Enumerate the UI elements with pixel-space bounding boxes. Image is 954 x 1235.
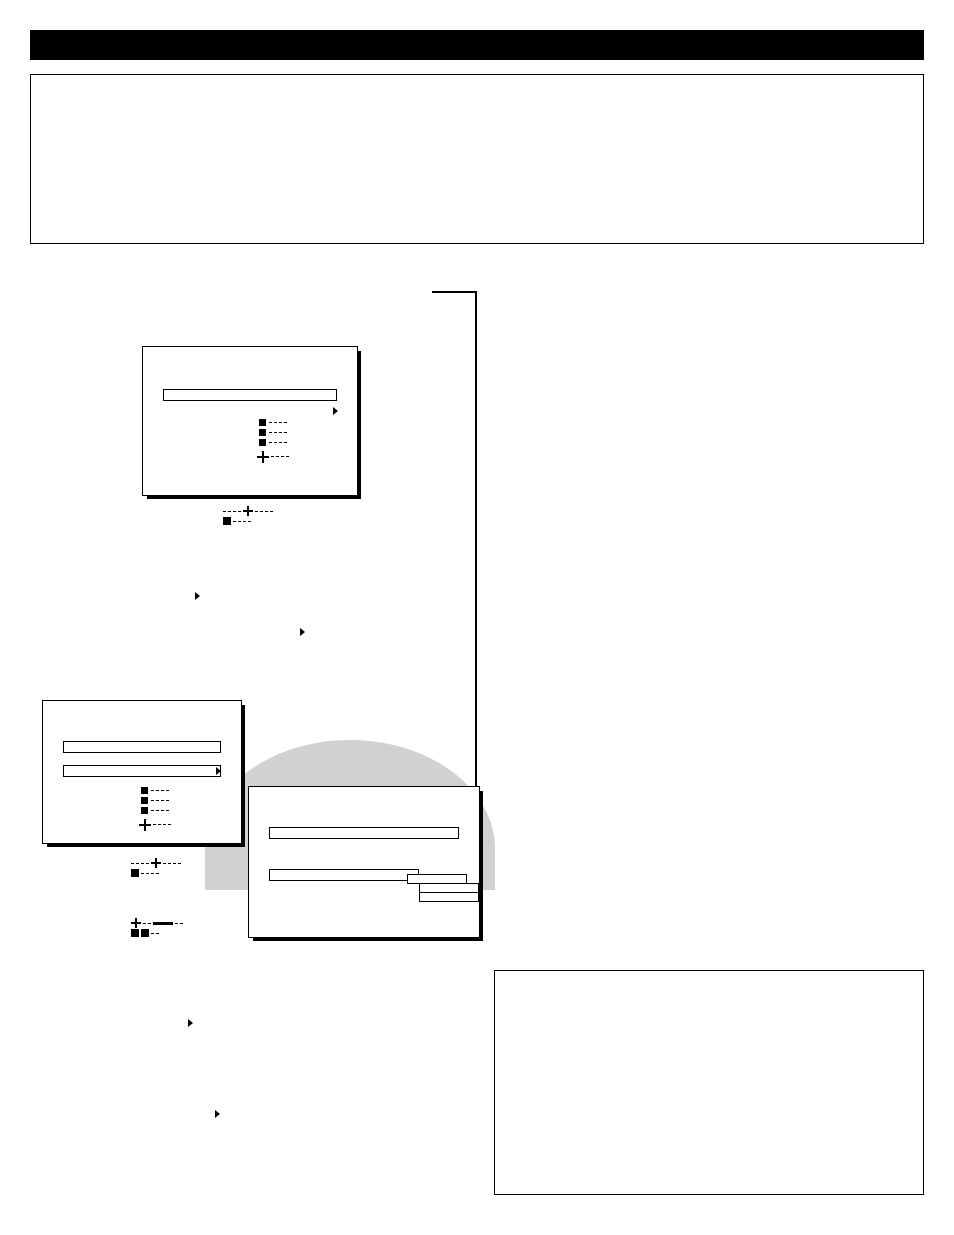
menu-field	[163, 389, 337, 401]
play-icon	[216, 767, 221, 775]
step-marker	[188, 1014, 193, 1032]
callout-arrow-vertical	[475, 291, 477, 854]
menu-screenshot-3-zoom	[248, 786, 480, 938]
remote-buttons-hint-2b	[130, 918, 210, 958]
remote-buttons-hint-1	[222, 506, 302, 546]
step-marker	[195, 587, 200, 605]
menu-field-selected	[269, 869, 419, 881]
menu-field-highlight	[63, 765, 221, 777]
menu-screenshot-2	[42, 700, 242, 844]
submenu-option	[419, 892, 479, 902]
remote-buttons-hint-2a	[130, 858, 210, 898]
manual-page	[0, 0, 954, 1235]
callout-arrow-horizontal	[432, 291, 476, 293]
step-marker	[300, 623, 305, 641]
step-marker	[215, 1105, 220, 1123]
menu-screenshot-1	[142, 346, 358, 496]
icon-grid	[259, 419, 329, 469]
intro-description-box	[30, 74, 924, 244]
note-box	[494, 970, 924, 1195]
menu-field	[63, 741, 221, 753]
section-header-bar	[30, 30, 924, 60]
icon-grid	[141, 787, 211, 837]
submenu-cascade	[407, 875, 479, 902]
play-icon	[333, 407, 338, 415]
menu-field	[269, 827, 459, 839]
